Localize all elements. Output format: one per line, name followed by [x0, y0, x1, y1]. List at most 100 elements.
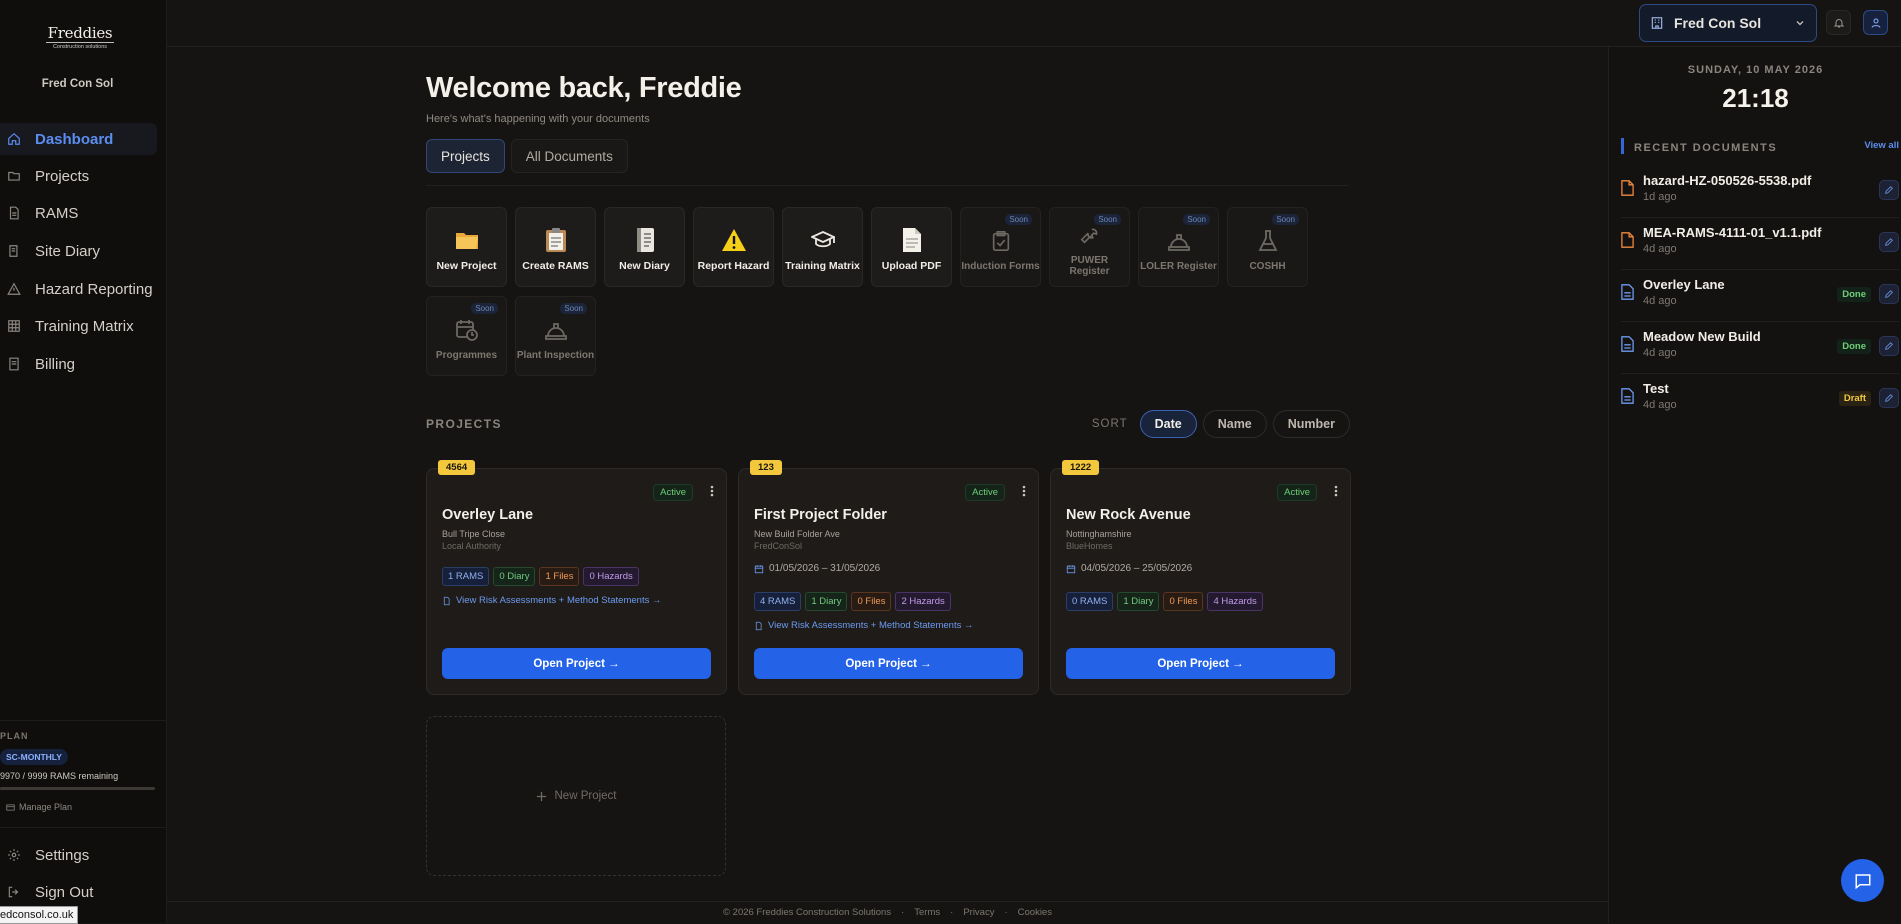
- open-project-button[interactable]: Open Project →: [442, 648, 711, 679]
- account-button[interactable]: [1863, 10, 1888, 35]
- plan-badge: SC-MONTHLY: [0, 749, 68, 765]
- training-matrix-action[interactable]: Training Matrix: [782, 207, 863, 287]
- recent-document[interactable]: Meadow New Build 4d ago Done: [1621, 322, 1899, 374]
- page-icon: [898, 226, 926, 254]
- project-client: BlueHomes: [1066, 541, 1113, 551]
- project-card[interactable]: 123 Active First Project Folder New Buil…: [738, 460, 1039, 695]
- new-project-action[interactable]: New Project: [426, 207, 507, 287]
- new-project-card[interactable]: New Project: [426, 716, 726, 876]
- sidebar-item-site-diary[interactable]: Site Diary: [0, 235, 157, 267]
- document-icon: [1621, 388, 1634, 404]
- sidebar-item-training-matrix[interactable]: Training Matrix: [0, 310, 157, 342]
- status-badge: Active: [965, 484, 1005, 501]
- upload-pdf-action[interactable]: Upload PDF: [871, 207, 952, 287]
- soon-badge: Soon: [1094, 214, 1121, 225]
- book-icon: [7, 244, 21, 258]
- tab-all-documents[interactable]: All Documents: [510, 139, 628, 173]
- edit-document-button[interactable]: [1879, 180, 1899, 200]
- building-icon: [1650, 16, 1664, 30]
- sidebar-item-label: Training Matrix: [35, 317, 134, 335]
- coshh-action[interactable]: Soon COSHH: [1227, 207, 1308, 287]
- sort-name-button[interactable]: Name: [1202, 410, 1267, 438]
- view-all-link[interactable]: View all: [1864, 140, 1899, 151]
- current-date: SUNDAY, 10 MAY 2026: [1687, 64, 1824, 76]
- recent-document[interactable]: Overley Lane 4d ago Done: [1621, 270, 1899, 322]
- new-project-label: New Project: [554, 790, 617, 802]
- sidebar-item-label: Hazard Reporting: [35, 280, 153, 298]
- project-date-range: 04/05/2026 – 25/05/2026: [1081, 563, 1193, 574]
- sidebar-item-projects[interactable]: Projects: [0, 160, 157, 192]
- induction-forms-action[interactable]: Soon Induction Forms: [960, 207, 1041, 287]
- more-options-icon[interactable]: [710, 485, 714, 497]
- calendar-icon: [754, 564, 764, 574]
- sidebar-item-hazard-reporting[interactable]: Hazard Reporting: [0, 273, 157, 305]
- open-project-button[interactable]: Open Project →: [754, 648, 1023, 679]
- programmes-action[interactable]: Soon Programmes: [426, 296, 507, 376]
- privacy-link[interactable]: Privacy: [963, 907, 994, 918]
- new-diary-action[interactable]: New Diary: [604, 207, 685, 287]
- hazards-count: 2 Hazards: [895, 592, 951, 611]
- puwer-register-action[interactable]: Soon PUWER Register: [1049, 207, 1130, 287]
- edit-document-button[interactable]: [1879, 388, 1899, 408]
- edit-document-button[interactable]: [1879, 232, 1899, 252]
- document-time: 4d ago: [1643, 347, 1677, 359]
- more-options-icon[interactable]: [1334, 485, 1338, 497]
- recent-documents-header: RECENT DOCUMENTS View all: [1621, 138, 1899, 154]
- files-count: 0 Files: [1163, 592, 1204, 611]
- soon-badge: Soon: [1183, 214, 1210, 225]
- logo[interactable]: Freddies Construction solutions: [40, 24, 120, 50]
- calendar-clock-icon: [453, 316, 481, 344]
- org-switcher[interactable]: Fred Con Sol: [1639, 4, 1817, 42]
- manage-plan-link[interactable]: Manage Plan: [0, 802, 167, 812]
- create-rams-action[interactable]: Create RAMS: [515, 207, 596, 287]
- open-project-button[interactable]: Open Project →: [1066, 648, 1335, 679]
- notifications-button[interactable]: [1826, 10, 1851, 35]
- flask-icon: [1254, 227, 1282, 255]
- status-url: edconsol.co.uk: [0, 906, 79, 924]
- sidebar-item-billing[interactable]: Billing: [0, 348, 157, 380]
- soon-badge: Soon: [471, 303, 498, 314]
- sidebar-item-settings[interactable]: Settings: [0, 839, 157, 871]
- plant-inspection-action[interactable]: Soon Plant Inspection: [515, 296, 596, 376]
- hard-hat-icon: [1165, 227, 1193, 255]
- pencil-icon: [1884, 237, 1894, 247]
- report-hazard-action[interactable]: Report Hazard: [693, 207, 774, 287]
- edit-document-button[interactable]: [1879, 336, 1899, 356]
- diary-count: 1 Diary: [1117, 592, 1160, 611]
- clipboard-check-icon: [987, 227, 1015, 255]
- chat-button[interactable]: [1841, 859, 1884, 902]
- rams-count: 0 RAMS: [1066, 592, 1114, 611]
- sidebar-item-dashboard[interactable]: Dashboard: [0, 123, 157, 155]
- sort-date-button[interactable]: Date: [1139, 410, 1197, 438]
- recent-document[interactable]: MEA-RAMS-4111-01_v1.1.pdf 4d ago: [1621, 218, 1899, 270]
- copyright: © 2026 Freddies Construction Solutions: [723, 907, 892, 918]
- terms-link[interactable]: Terms: [914, 907, 940, 918]
- recent-document[interactable]: Test 4d ago Draft: [1621, 374, 1899, 426]
- files-count: 0 Files: [851, 592, 892, 611]
- footer-separator: ·: [950, 907, 954, 918]
- calendar-icon: [1066, 564, 1076, 574]
- loler-register-action[interactable]: Soon LOLER Register: [1138, 207, 1219, 287]
- sidebar-item-sign-out[interactable]: Sign Out: [0, 876, 157, 908]
- sidebar-item-label: Sign Out: [35, 883, 94, 901]
- view-rams-link[interactable]: View Risk Assessments + Method Statement…: [754, 620, 973, 631]
- cookies-link[interactable]: Cookies: [1018, 907, 1052, 918]
- folder-icon: [453, 226, 481, 254]
- view-rams-link[interactable]: View Risk Assessments + Method Statement…: [442, 595, 661, 606]
- project-address: New Build Folder Ave: [754, 529, 840, 539]
- logo-tagline: Construction solutions: [52, 44, 108, 50]
- sidebar-item-rams[interactable]: RAMS: [0, 197, 157, 229]
- project-card[interactable]: 1222 Active New Rock Avenue Nottinghamsh…: [1050, 460, 1351, 695]
- recent-document[interactable]: hazard-HZ-050526-5538.pdf 1d ago: [1621, 166, 1899, 218]
- tab-projects[interactable]: Projects: [426, 139, 505, 173]
- project-card[interactable]: 4564 Active Overley Lane Bull Tripe Clos…: [426, 460, 727, 695]
- action-label: COSHH: [1249, 260, 1286, 272]
- edit-document-button[interactable]: [1879, 284, 1899, 304]
- sort-number-button[interactable]: Number: [1272, 410, 1350, 438]
- sign-out-icon: [7, 885, 21, 899]
- more-options-icon[interactable]: [1022, 485, 1026, 497]
- rams-count: 4 RAMS: [754, 592, 802, 611]
- action-label: Plant Inspection: [516, 349, 595, 361]
- document-name: Test: [1643, 381, 1669, 396]
- hazards-count: 4 Hazards: [1207, 592, 1263, 611]
